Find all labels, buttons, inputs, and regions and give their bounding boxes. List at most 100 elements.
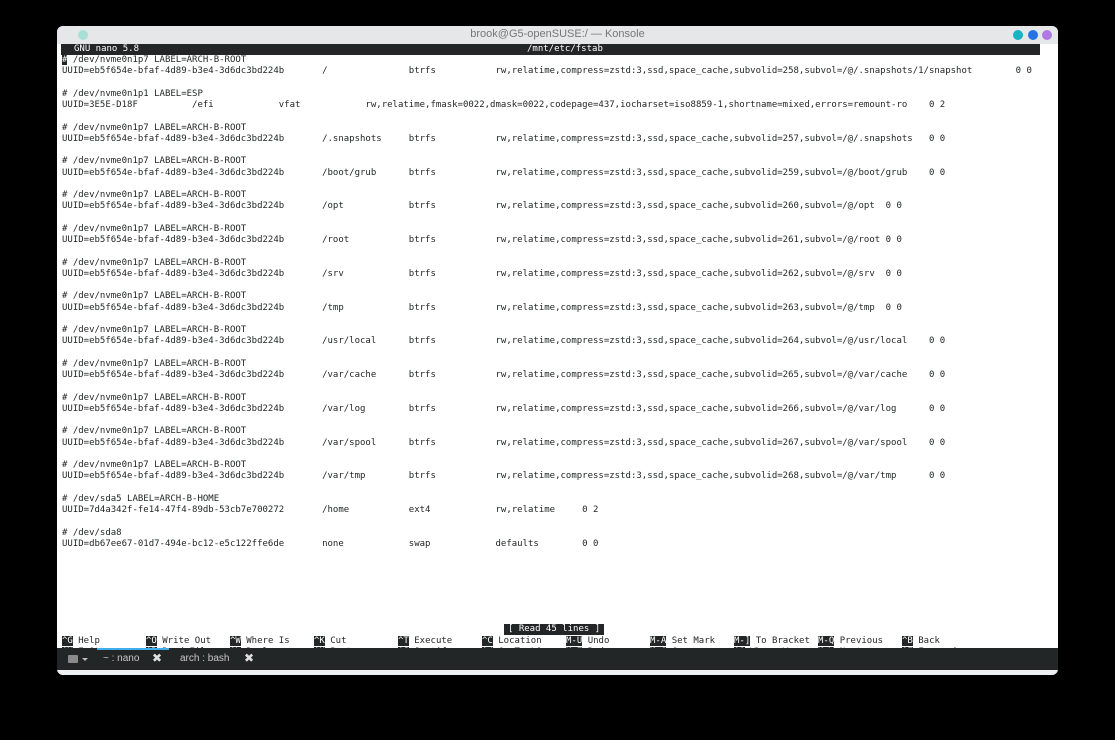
file-line[interactable]: # /dev/nvme0n1p7 LABEL=ARCH-B-ROOT <box>62 393 246 404</box>
title-bar[interactable]: brook@G5-openSUSE:/ — Konsole <box>57 26 1058 44</box>
file-line[interactable]: # /dev/nvme0n1p7 LABEL=ARCH-B-ROOT <box>62 325 246 336</box>
file-line-text: # /dev/nvme0n1p7 LABEL=ARCH-B-ROOT <box>62 325 247 335</box>
file-line-text: UUID=eb5f654e-bfaf-4d89-b3e4-3d6dc3bd224… <box>62 235 902 245</box>
file-line[interactable]: UUID=eb5f654e-bfaf-4d89-b3e4-3d6dc3bd224… <box>62 201 902 212</box>
file-line[interactable]: # /dev/nvme0n1p7 LABEL=ARCH-B-ROOT <box>62 123 246 134</box>
shortcut-label: Write Out <box>162 636 212 646</box>
file-line[interactable]: # /dev/nvme0n1p1 LABEL=ESP <box>62 89 203 100</box>
file-line[interactable]: # /dev/sda5 LABEL=ARCH-B-HOME <box>62 494 219 505</box>
file-line-text: UUID=eb5f654e-bfaf-4d89-b3e4-3d6dc3bd224… <box>62 336 946 347</box>
file-line-text: UUID=eb5f654e-bfaf-4d89-b3e4-3d6dc3bd224… <box>62 370 946 380</box>
file-line[interactable]: UUID=eb5f654e-bfaf-4d89-b3e4-3d6dc3bd224… <box>62 404 945 415</box>
shortcut-key: ^W <box>230 636 241 646</box>
file-line-text: UUID=eb5f654e-bfaf-4d89-b3e4-3d6dc3bd224… <box>62 471 946 482</box>
shortcut-label: Undo <box>587 636 610 646</box>
shortcut-item[interactable]: M-Q Previous <box>818 636 883 647</box>
shortcut-item[interactable]: M-U Undo <box>566 636 609 647</box>
shortcut-item[interactable]: ^B Back <box>902 636 940 647</box>
file-line-text: # /dev/sda5 LABEL=ARCH-B-HOME <box>62 493 220 504</box>
file-line[interactable]: UUID=eb5f654e-bfaf-4d89-b3e4-3d6dc3bd224… <box>62 471 945 482</box>
shortcut-label: Where Is <box>246 636 290 646</box>
file-line[interactable]: UUID=eb5f654e-bfaf-4d89-b3e4-3d6dc3bd224… <box>62 269 902 280</box>
file-line[interactable]: # /dev/nvme0n1p7 LABEL=ARCH-B-ROOT <box>62 156 246 167</box>
terminal-icon <box>68 655 88 663</box>
tab-bash-close-icon[interactable]: ✖ <box>244 651 254 665</box>
shortcut-key: ^T <box>398 636 409 646</box>
minimize-button[interactable] <box>1013 30 1023 40</box>
terminal-area[interactable]: GNU nano 5.8 /mnt/etc/fstab # /dev/nvme0… <box>57 44 1058 657</box>
file-line-text: # /dev/nvme0n1p7 LABEL=ARCH-B-ROOT <box>62 122 247 133</box>
file-line[interactable]: # /dev/sda8 <box>62 528 122 539</box>
close-button[interactable] <box>1042 30 1052 40</box>
file-line-text: UUID=3E5E-D18F /efi vfat rw,relatime,fma… <box>62 100 946 110</box>
file-line-text: /dev/nvme0n1p7 LABEL=ARCH-B-ROOT <box>67 55 247 65</box>
file-line[interactable]: UUID=3E5E-D18F /efi vfat rw,relatime,fma… <box>62 100 945 111</box>
file-line[interactable]: UUID=eb5f654e-bfaf-4d89-b3e4-3d6dc3bd224… <box>62 235 902 246</box>
file-line[interactable]: # /dev/nvme0n1p7 LABEL=ARCH-B-ROOT <box>62 426 246 437</box>
shortcut-label: Set Mark <box>671 636 716 646</box>
file-line[interactable]: # /dev/nvme0n1p7 LABEL=ARCH-B-ROOT <box>62 460 246 471</box>
file-line[interactable]: # /dev/nvme0n1p7 LABEL=ARCH-B-ROOT <box>62 55 246 66</box>
file-line[interactable]: UUID=db67ee67-01d7-494e-bc12-e5c122ffe6d… <box>62 539 598 550</box>
status-message: [ Read 45 lines ] <box>504 624 605 635</box>
maximize-button[interactable] <box>1028 30 1038 40</box>
file-line[interactable]: UUID=eb5f654e-bfaf-4d89-b3e4-3d6dc3bd224… <box>62 134 945 145</box>
file-line-text: # /dev/sda8 <box>62 527 122 538</box>
file-line[interactable]: UUID=eb5f654e-bfaf-4d89-b3e4-3d6dc3bd224… <box>62 336 945 347</box>
file-line-text: # /dev/nvme0n1p7 LABEL=ARCH-B-ROOT <box>62 257 247 268</box>
file-line[interactable]: UUID=eb5f654e-bfaf-4d89-b3e4-3d6dc3bd224… <box>62 303 902 314</box>
file-line[interactable]: UUID=eb5f654e-bfaf-4d89-b3e4-3d6dc3bd224… <box>62 438 945 449</box>
file-line-text: UUID=eb5f654e-bfaf-4d89-b3e4-3d6dc3bd224… <box>62 437 946 448</box>
file-line[interactable]: UUID=eb5f654e-bfaf-4d89-b3e4-3d6dc3bd224… <box>62 168 945 179</box>
file-line-text: # /dev/nvme0n1p7 LABEL=ARCH-B-ROOT <box>62 358 247 369</box>
file-line-text: UUID=db67ee67-01d7-494e-bc12-e5c122ffe6d… <box>62 538 599 549</box>
tab-bar: ~ : nano ✖ arch : bash ✖ <box>57 648 1058 670</box>
file-line-text: UUID=7d4a342f-fe14-47f4-89db-53cb7e70027… <box>62 505 599 515</box>
shortcut-label: Previous <box>839 636 884 646</box>
shortcut-item[interactable]: ^T Execute <box>398 636 452 647</box>
shortcut-label: Execute <box>414 636 453 646</box>
tab-nano[interactable]: ~ : nano <box>103 653 139 664</box>
file-line-text: # /dev/nvme0n1p7 LABEL=ARCH-B-ROOT <box>62 223 247 234</box>
file-line-text: UUID=eb5f654e-bfaf-4d89-b3e4-3d6dc3bd224… <box>62 167 946 178</box>
file-line[interactable]: # /dev/nvme0n1p7 LABEL=ARCH-B-ROOT <box>62 291 246 302</box>
file-line[interactable]: # /dev/nvme0n1p7 LABEL=ARCH-B-ROOT <box>62 190 246 201</box>
shortcut-key: ^B <box>902 636 913 646</box>
file-line[interactable]: UUID=7d4a342f-fe14-47f4-89db-53cb7e70027… <box>62 505 598 516</box>
shortcut-key: ^O <box>146 636 157 646</box>
file-line-text: # /dev/nvme0n1p7 LABEL=ARCH-B-ROOT <box>62 190 247 200</box>
shortcut-key: ^K <box>314 636 325 646</box>
shortcut-item[interactable]: ^O Write Out <box>146 636 211 647</box>
file-line[interactable]: # /dev/nvme0n1p7 LABEL=ARCH-B-ROOT <box>62 359 246 370</box>
new-tab-menu-button[interactable] <box>67 653 89 665</box>
file-line-text: # /dev/nvme0n1p7 LABEL=ARCH-B-ROOT <box>62 392 247 403</box>
file-line[interactable]: # /dev/nvme0n1p7 LABEL=ARCH-B-ROOT <box>62 258 246 269</box>
file-line-text: UUID=eb5f654e-bfaf-4d89-b3e4-3d6dc3bd224… <box>62 201 902 212</box>
window-title: brook@G5-openSUSE:/ — Konsole <box>470 28 645 40</box>
shortcut-key: M-Q <box>818 636 835 646</box>
shortcut-label: Cut <box>330 636 347 646</box>
file-line-text: UUID=eb5f654e-bfaf-4d89-b3e4-3d6dc3bd224… <box>62 133 946 144</box>
file-line[interactable]: # /dev/nvme0n1p7 LABEL=ARCH-B-ROOT <box>62 224 246 235</box>
file-line-text: # /dev/nvme0n1p7 LABEL=ARCH-B-ROOT <box>62 156 247 167</box>
shortcut-item[interactable]: ^C Location <box>482 636 542 647</box>
file-line-text: # /dev/nvme0n1p1 LABEL=ESP <box>62 88 203 99</box>
tab-bash[interactable]: arch : bash <box>180 653 229 664</box>
file-line[interactable]: UUID=eb5f654e-bfaf-4d89-b3e4-3d6dc3bd224… <box>62 370 945 381</box>
active-tab-indicator <box>97 648 169 650</box>
shortcut-key: ^G <box>62 636 73 646</box>
shortcut-item[interactable]: M-] To Bracket <box>734 636 810 647</box>
file-line-text: UUID=eb5f654e-bfaf-4d89-b3e4-3d6dc3bd224… <box>62 302 902 313</box>
shortcut-key: M-U <box>566 636 583 646</box>
shortcut-item[interactable]: ^G Help <box>62 636 100 647</box>
shortcut-item[interactable]: ^K Cut <box>314 636 347 647</box>
file-line[interactable]: UUID=eb5f654e-bfaf-4d89-b3e4-3d6dc3bd224… <box>62 66 1032 77</box>
shortcut-item[interactable]: ^W Where Is <box>230 636 290 647</box>
shortcut-key: ^C <box>482 636 493 646</box>
shortcut-label: Location <box>498 636 542 646</box>
shortcut-item[interactable]: M-A Set Mark <box>650 636 715 647</box>
tab-nano-close-icon[interactable]: ✖ <box>152 651 162 665</box>
file-line-text: UUID=eb5f654e-bfaf-4d89-b3e4-3d6dc3bd224… <box>62 268 902 279</box>
file-line-text: UUID=eb5f654e-bfaf-4d89-b3e4-3d6dc3bd224… <box>62 66 1032 77</box>
file-line-text: UUID=eb5f654e-bfaf-4d89-b3e4-3d6dc3bd224… <box>62 403 946 414</box>
